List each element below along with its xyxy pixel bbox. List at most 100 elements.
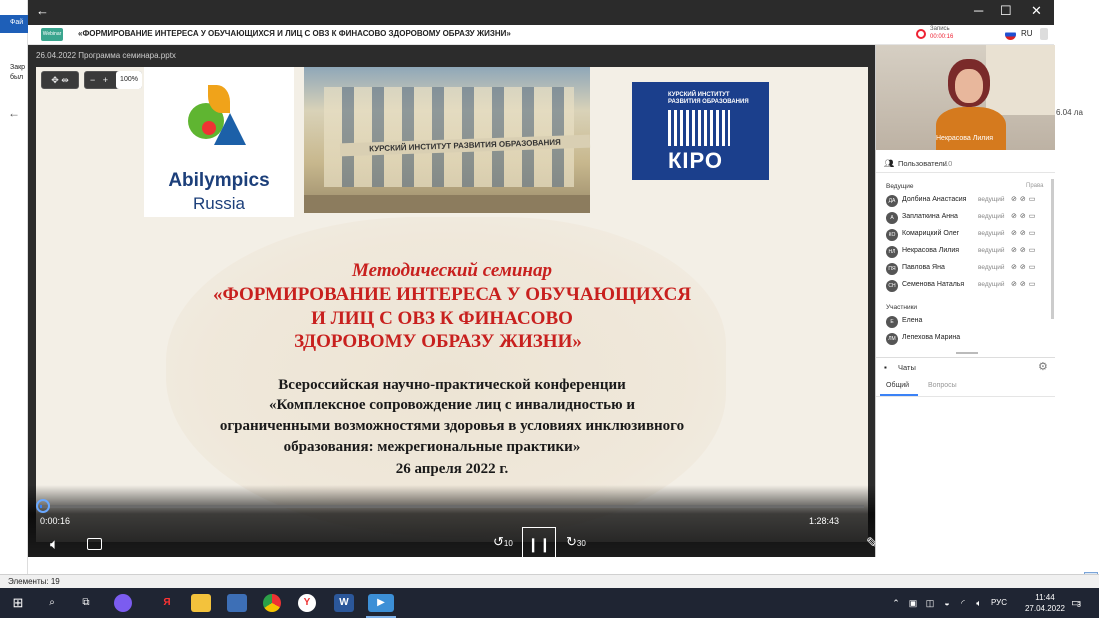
alice-icon[interactable] <box>114 594 132 612</box>
input-language[interactable]: РУС <box>991 598 1007 607</box>
language-label[interactable]: RU <box>1021 29 1033 38</box>
rights-label: Права <box>1026 183 1044 189</box>
slide-filename: 26.04.2022 Программа семинара.pptx <box>36 51 176 60</box>
user-row[interactable]: А Заплаткина Анна ведущий ⊘⊘▭ <box>876 210 1055 227</box>
back-arrow-icon[interactable]: ← <box>8 106 20 120</box>
abilympics-logo: Abilympics Russia <box>144 67 294 217</box>
users-scrollbar[interactable] <box>1051 179 1054 319</box>
user-row[interactable]: НЛ Некрасова Лилия ведущий ⊘⊘▭ <box>876 244 1055 261</box>
file-explorer-icon[interactable] <box>191 594 211 612</box>
users-title[interactable]: Пользователи <box>898 159 947 168</box>
close-icon[interactable]: ✕ <box>1031 3 1042 19</box>
avatar: ЛМ <box>886 333 898 345</box>
app-icon[interactable] <box>227 594 247 612</box>
permission-icons[interactable]: ⊘⊘▭ <box>1011 263 1038 271</box>
record-icon[interactable] <box>916 29 926 39</box>
chat-icon: ▪ <box>884 363 887 372</box>
progress-bar[interactable] <box>40 505 864 508</box>
conference-line2: «Комплексное сопровождение лиц с инвалид… <box>269 397 635 413</box>
avatar: Е <box>886 316 898 328</box>
window-titlebar: ← ─ ☐ ✕ <box>28 0 1054 25</box>
recording-label: Запись <box>930 26 950 32</box>
user-role: ведущий <box>978 196 1005 203</box>
minimize-icon[interactable]: ─ <box>974 3 983 18</box>
word-icon[interactable]: W <box>334 594 354 612</box>
user-row[interactable]: КО Комарицкий Олег ведущий ⊘⊘▭ <box>876 227 1055 244</box>
tray-volume-icon[interactable]: 🔈︎ <box>969 594 989 612</box>
resize-handle[interactable] <box>956 352 978 354</box>
user-name: Комарицкий Олег <box>902 230 960 237</box>
zoom-level[interactable]: 100% <box>116 71 142 89</box>
chats-title[interactable]: Чаты <box>898 363 916 372</box>
permission-icons[interactable]: ⊘⊘▭ <box>1011 280 1038 288</box>
bg-text-2: был <box>10 74 24 81</box>
avatar: А <box>886 212 898 224</box>
user-name: Елена <box>902 317 923 324</box>
maximize-icon[interactable]: ☐ <box>1000 3 1012 19</box>
search-icon[interactable]: ⌕ <box>42 594 62 612</box>
windows-start-icon[interactable]: ⊞ <box>8 594 28 612</box>
rewind-icon[interactable]: ↺10 <box>493 534 513 550</box>
task-view-icon[interactable]: ⧉ <box>76 594 96 612</box>
settings-gear-icon[interactable]: ⚙ <box>1038 360 1048 373</box>
participants-label: Участники <box>886 304 918 311</box>
yandex-browser-icon[interactable]: Y <box>298 594 316 612</box>
volume-icon[interactable]: 🔈︎ <box>50 536 59 553</box>
kiro-line2: РАЗВИТИЯ ОБРАЗОВАНИЯ <box>668 99 749 105</box>
background-window-right: 6.04 ла <box>1054 0 1099 588</box>
users-icon: 👥︎ <box>884 159 895 168</box>
status-bar: Элементы: 19 <box>0 574 1099 588</box>
chrome-icon[interactable] <box>263 594 281 612</box>
webcam-video[interactable]: Некрасова Лилия <box>876 45 1055 150</box>
permission-icons[interactable]: ⊘⊘▭ <box>1011 246 1038 254</box>
flag-ru-icon[interactable] <box>1005 29 1016 40</box>
user-row[interactable]: СН Семенова Наталья ведущий ⊘⊘▭ <box>876 278 1055 295</box>
pause-button[interactable]: ❙❙ <box>522 527 556 561</box>
user-name: Заплаткина Анна <box>902 213 958 220</box>
scrollbar-top[interactable] <box>1040 28 1048 40</box>
tab-questions[interactable]: Вопросы <box>928 382 957 389</box>
avatar: СН <box>886 280 898 292</box>
zoom-out-button[interactable]: − <box>90 75 95 85</box>
slide-title-line2: И ЛИЦ С ОВЗ К ФИНАСОВО <box>311 308 573 329</box>
user-role: ведущий <box>978 247 1005 254</box>
user-row[interactable]: ДА Долбина Анастасия ведущий ⊘⊘▭ <box>876 193 1055 210</box>
user-row[interactable]: ЛМ Лепехова Марина <box>876 331 1055 348</box>
user-row[interactable]: Е Елена <box>876 314 1055 331</box>
slide: ✥ ⇹ − + 100% Abilympics Russia КУРСКИЙ И… <box>36 67 868 542</box>
rewind-seconds: 10 <box>503 539 513 548</box>
user-name: Некрасова Лилия <box>902 247 960 254</box>
back-icon[interactable]: ← <box>36 3 49 18</box>
zoom-in-button[interactable]: + <box>103 75 108 85</box>
abilympics-text: Abilympics <box>168 170 270 191</box>
participants-list: Е Елена ЛМ Лепехова Марина <box>876 314 1055 350</box>
russia-text: Russia <box>193 194 245 213</box>
user-row[interactable]: ПЯ Павлова Яна ведущий ⊘⊘▭ <box>876 261 1055 278</box>
slide-title-line1: «ФОРМИРОВАНИЕ ИНТЕРЕСА У ОБУЧАЮЩИХСЯ <box>212 284 692 305</box>
permission-icons[interactable]: ⊘⊘▭ <box>1011 195 1038 203</box>
progress-knob[interactable] <box>36 499 50 513</box>
yandex-icon[interactable]: Я <box>157 594 177 612</box>
meeting-title: «ФОРМИРОВАНИЕ ИНТЕРЕСА У ОБУЧАЮЩИХСЯ И Л… <box>78 29 511 38</box>
recording-time: 00:00:16 <box>930 34 954 40</box>
tab-general[interactable]: Общий <box>886 382 909 389</box>
taskbar: ⊞ ⌕ ⧉ Я Y W ▶ ⌃ ▣ ◫ ◒ ◜ 🔈︎ РУС 11:44 27.… <box>0 588 1099 618</box>
slide-title-line3: ЗДОРОВОМУ ОБРАЗУ ЖИЗНИ» <box>294 331 582 352</box>
player-controls <box>28 485 875 557</box>
user-name: Павлова Яна <box>902 264 945 271</box>
users-count: 10 <box>944 159 953 168</box>
forward-icon[interactable]: ↻30 <box>566 534 586 550</box>
bg-text-1: Закр <box>10 64 26 71</box>
move-tool-button[interactable]: ✥ ⇹ <box>41 71 79 89</box>
avatar: НЛ <box>886 246 898 258</box>
user-role: ведущий <box>978 230 1005 237</box>
webinar-app-icon[interactable]: ▶ <box>368 594 394 612</box>
permission-icons[interactable]: ⊘⊘▭ <box>1011 212 1038 220</box>
permission-icons[interactable]: ⊘⊘▭ <box>1011 229 1038 237</box>
abilympics-emblem-icon <box>184 85 250 147</box>
system-clock[interactable]: 11:44 27.04.2022 <box>1025 592 1065 614</box>
hosts-label: Ведущие <box>886 183 914 190</box>
subtitles-icon[interactable] <box>87 538 102 550</box>
notifications-count: 3 <box>1077 602 1081 609</box>
bg-text-right: 6.04 ла <box>1056 108 1083 117</box>
